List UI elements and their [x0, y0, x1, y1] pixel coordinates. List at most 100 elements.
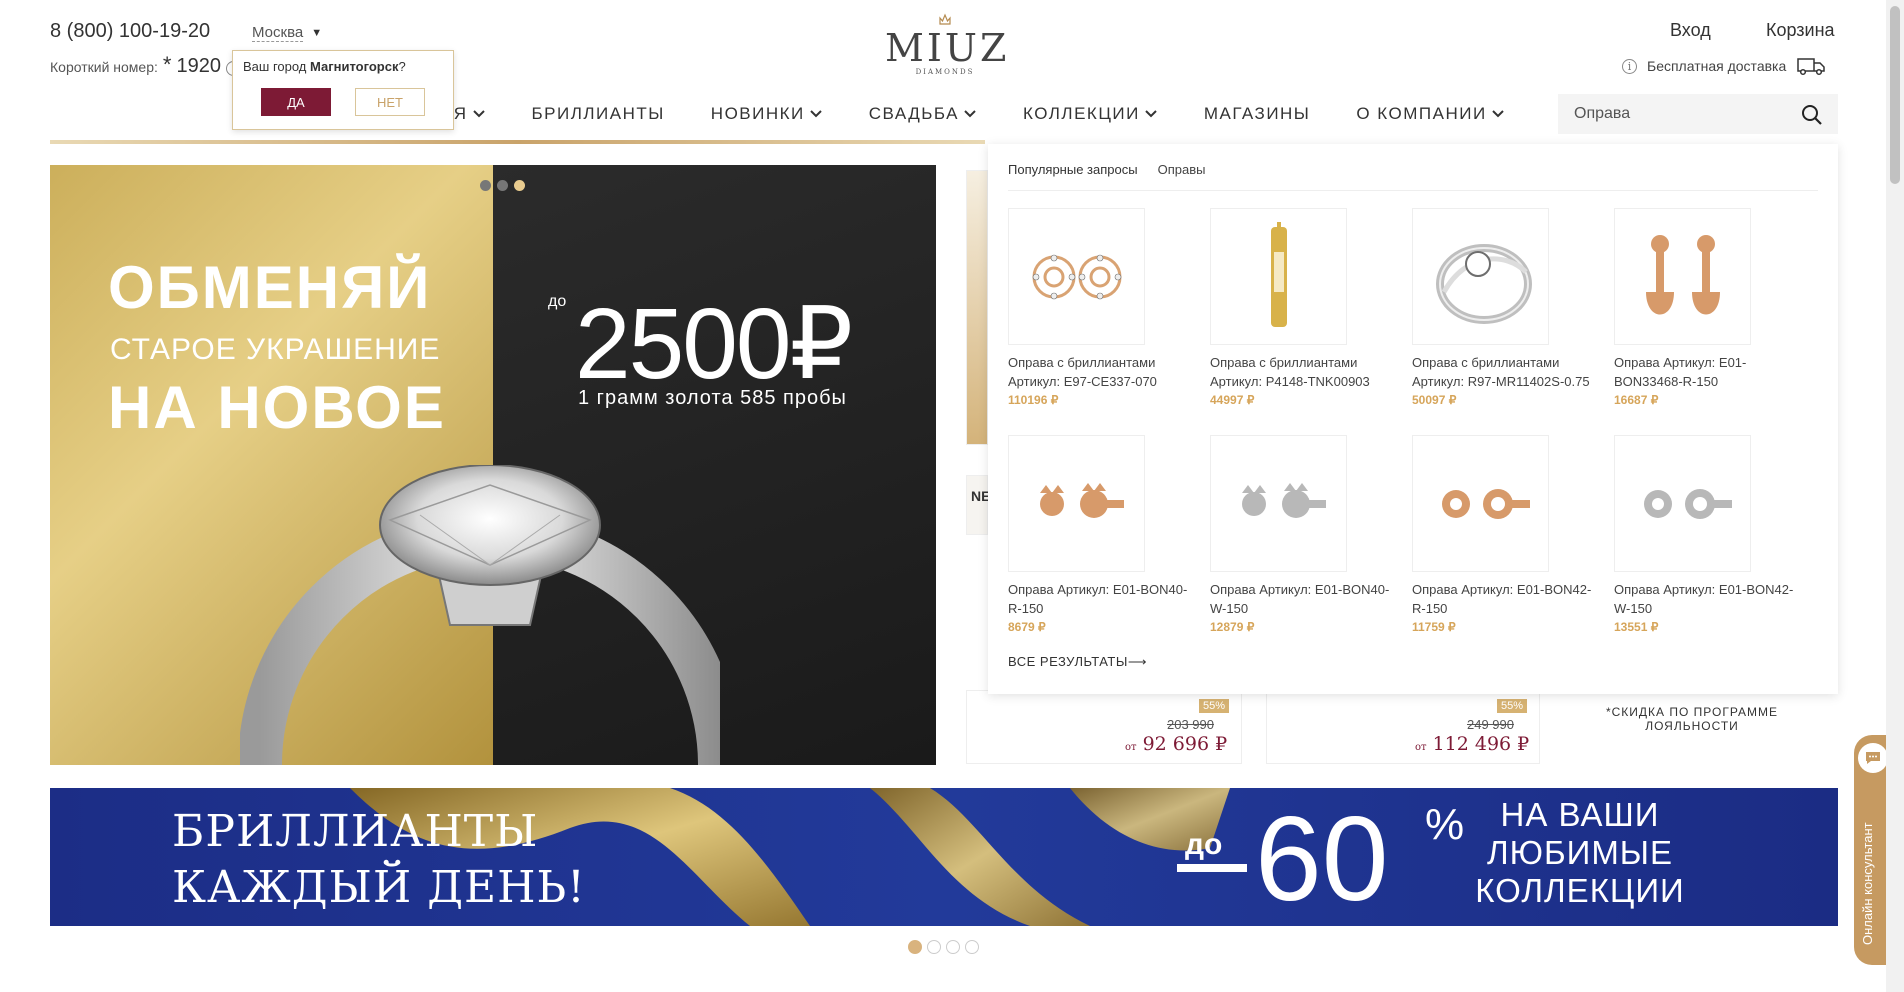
discount-badge: 55% — [1497, 699, 1528, 713]
search-result-item[interactable]: Оправа Артикул: E01-BON40-R-150 8679 ₽ — [1008, 435, 1210, 636]
chevron-down-icon — [810, 110, 822, 118]
search-result-item[interactable]: Оправа Артикул: E01-BON40-W-150 12879 ₽ — [1210, 435, 1412, 636]
city-name[interactable]: Москва — [252, 24, 304, 42]
banner-dot[interactable] — [946, 940, 960, 954]
delivery-info-icon[interactable]: i — [1622, 58, 1637, 74]
search-result-item[interactable]: Оправа с бриллиантами Артикул: R97-MR114… — [1412, 208, 1614, 409]
product-image[interactable] — [1210, 435, 1347, 572]
product-price: 13551 ₽ — [1614, 620, 1659, 634]
page-scrollbar[interactable] — [1886, 0, 1904, 992]
banner-dot[interactable] — [965, 940, 979, 954]
banner-dot[interactable] — [927, 940, 941, 954]
product-price: 110196 ₽ — [1008, 393, 1059, 407]
product-title[interactable]: Оправа Артикул: E01-BON40-W-150 — [1210, 580, 1400, 618]
nav-item-collections[interactable]: КОЛЛЕКЦИИ — [1023, 104, 1158, 124]
scrollbar-thumb[interactable] — [1890, 6, 1900, 184]
city-question-city: Магнитогорск — [310, 59, 399, 74]
city-yes-button[interactable]: ДА — [261, 88, 331, 116]
side-promo-card[interactable] — [966, 170, 988, 445]
banner-upto: до — [1185, 828, 1223, 861]
search-result-item[interactable]: Оправа Артикул: E01-BON42-W-150 13551 ₽ — [1614, 435, 1816, 636]
city-question: Ваш город Магнитогорск? — [243, 59, 406, 74]
product-title[interactable]: Оправа Артикул: E01-BON40-R-150 — [1008, 580, 1198, 618]
phone-number[interactable]: 8 (800) 100-19-20 — [50, 20, 210, 43]
hero-amount: 2500₽ — [575, 288, 853, 400]
product-image[interactable] — [1614, 208, 1751, 345]
search-dropdown: Популярные запросы Оправы Оправа с брилл… — [988, 144, 1838, 694]
short-number-value: 1920 — [176, 55, 221, 77]
hero-line-1: ОБМЕНЯЙ — [108, 254, 432, 321]
banner-dash — [1177, 864, 1247, 872]
popular-tag[interactable]: Оправы — [1158, 162, 1206, 177]
product-title[interactable]: Оправа Артикул: E01-BON42-W-150 — [1614, 580, 1804, 618]
free-delivery[interactable]: i Бесплатная доставка — [1622, 56, 1826, 76]
chevron-down-icon — [1145, 110, 1157, 118]
product-price: 11759 ₽ — [1412, 620, 1456, 634]
product-image[interactable] — [1008, 435, 1145, 572]
cart-link[interactable]: Корзина — [1766, 20, 1835, 41]
search-input[interactable] — [1574, 105, 1794, 123]
product-price: 12879 ₽ — [1210, 620, 1255, 634]
product-image[interactable] — [1210, 208, 1347, 345]
product-image[interactable] — [1412, 435, 1549, 572]
old-price: 249 990 — [1467, 717, 1514, 732]
consultant-label: Онлайн консультант — [1860, 822, 1875, 945]
product-price: 50097 ₽ — [1412, 393, 1457, 407]
hero-note: 1 грамм золота 585 пробы — [578, 387, 847, 409]
divider — [1008, 190, 1818, 191]
search-icon[interactable] — [1800, 103, 1824, 127]
side-label-card: NE — [966, 475, 990, 535]
new-price: от 92 696 ₽ — [1125, 733, 1228, 755]
slider-dot[interactable] — [497, 180, 508, 191]
product-price: 16687 ₽ — [1614, 393, 1659, 407]
product-title[interactable]: Оправа Артикул: E01-BON33468-R-150 — [1614, 353, 1804, 391]
nav-item-wedding[interactable]: СВАДЬБА — [869, 104, 977, 124]
product-title[interactable]: Оправа с бриллиантами Артикул: R97-MR114… — [1412, 353, 1602, 391]
chevron-down-icon — [472, 110, 485, 118]
product-title[interactable]: Оправа Артикул: E01-BON42-R-150 — [1412, 580, 1602, 618]
loyalty-note: *СКИДКА ПО ПРОГРАММЕ ЛОЯЛЬНОСТИ — [1605, 705, 1779, 733]
product-image[interactable] — [1008, 208, 1145, 345]
slider-dot-active[interactable] — [514, 180, 525, 191]
product-title[interactable]: Оправа с бриллиантами Артикул: E97-CE337… — [1008, 353, 1198, 391]
city-no-button[interactable]: НЕТ — [355, 88, 425, 116]
short-number-star: * — [162, 52, 172, 77]
diamond-ring-image — [240, 465, 720, 765]
hero-line-2: СТАРОЕ УКРАШЕНИЕ — [110, 333, 441, 366]
product-price: 44997 ₽ — [1210, 393, 1255, 407]
product-card[interactable]: 55% 249 990 от 112 496 ₽ — [1266, 690, 1540, 764]
truck-icon — [1797, 58, 1826, 76]
banner-dot-active[interactable] — [908, 940, 922, 954]
hero-slider[interactable]: ОБМЕНЯЙ СТАРОЕ УКРАШЕНИЕ НА НОВОЕ до 250… — [50, 165, 936, 765]
city-selector[interactable]: Москва ▼ — [252, 24, 322, 42]
banner-right-text: НА ВАШИ ЛЮБИМЫЕ КОЛЛЕКЦИИ — [1475, 796, 1685, 909]
hero-dots — [480, 180, 525, 191]
search-result-item[interactable]: Оправа с бриллиантами Артикул: E97-CE337… — [1008, 208, 1210, 409]
login-link[interactable]: Вход — [1670, 20, 1711, 41]
search-result-item[interactable]: Оправа Артикул: E01-BON42-R-150 11759 ₽ — [1412, 435, 1614, 636]
promo-banner[interactable]: БРИЛЛИАНТЫ КАЖДЫЙ ДЕНЬ! до 60 % НА ВАШИ ЛЮ… — [50, 788, 1838, 926]
nav-item-about[interactable]: О КОМПАНИИ — [1356, 104, 1504, 124]
product-price: 8679 ₽ — [1008, 620, 1046, 634]
slider-dot[interactable] — [480, 180, 491, 191]
product-image[interactable] — [1614, 435, 1751, 572]
chevron-down-icon — [1491, 110, 1504, 118]
banner-value: 60 — [1255, 792, 1389, 926]
online-consultant-tab[interactable]: Онлайн консультант — [1854, 735, 1890, 965]
main-nav: ИЯ БРИЛЛИАНТЫ НОВИНКИ СВАДЬБА КОЛЛЕКЦИИ … — [440, 104, 1551, 124]
product-title[interactable]: Оправа с бриллиантами Артикул: P4148-TNK… — [1210, 353, 1400, 391]
search-result-item[interactable]: Оправа Артикул: E01-BON33468-R-150 16687 … — [1614, 208, 1816, 409]
miuz-logo[interactable]: MIUZ DIAMONDS — [885, 12, 1006, 76]
nav-item-diamonds[interactable]: БРИЛЛИАНТЫ — [532, 104, 665, 124]
search-result-item[interactable]: Оправа с бриллиантами Артикул: P4148-TNK… — [1210, 208, 1412, 409]
nav-item-stores[interactable]: МАГАЗИНЫ — [1204, 104, 1311, 124]
banner-left-text: БРИЛЛИАНТЫ КАЖДЫЙ ДЕНЬ! — [172, 806, 586, 913]
product-image[interactable] — [1412, 208, 1549, 345]
hero-upto: до — [548, 293, 567, 310]
caret-down-icon[interactable]: ▼ — [311, 27, 322, 39]
search-box — [1558, 94, 1838, 134]
product-card[interactable]: 55% 203 990 от 92 696 ₽ — [966, 690, 1242, 764]
short-number: Короткий номер: *1920 i — [50, 52, 241, 78]
nav-item-new[interactable]: НОВИНКИ — [711, 104, 823, 124]
all-results-link[interactable]: ВСЕ РЕЗУЛЬТАТЫ⟶ — [1008, 654, 1147, 670]
